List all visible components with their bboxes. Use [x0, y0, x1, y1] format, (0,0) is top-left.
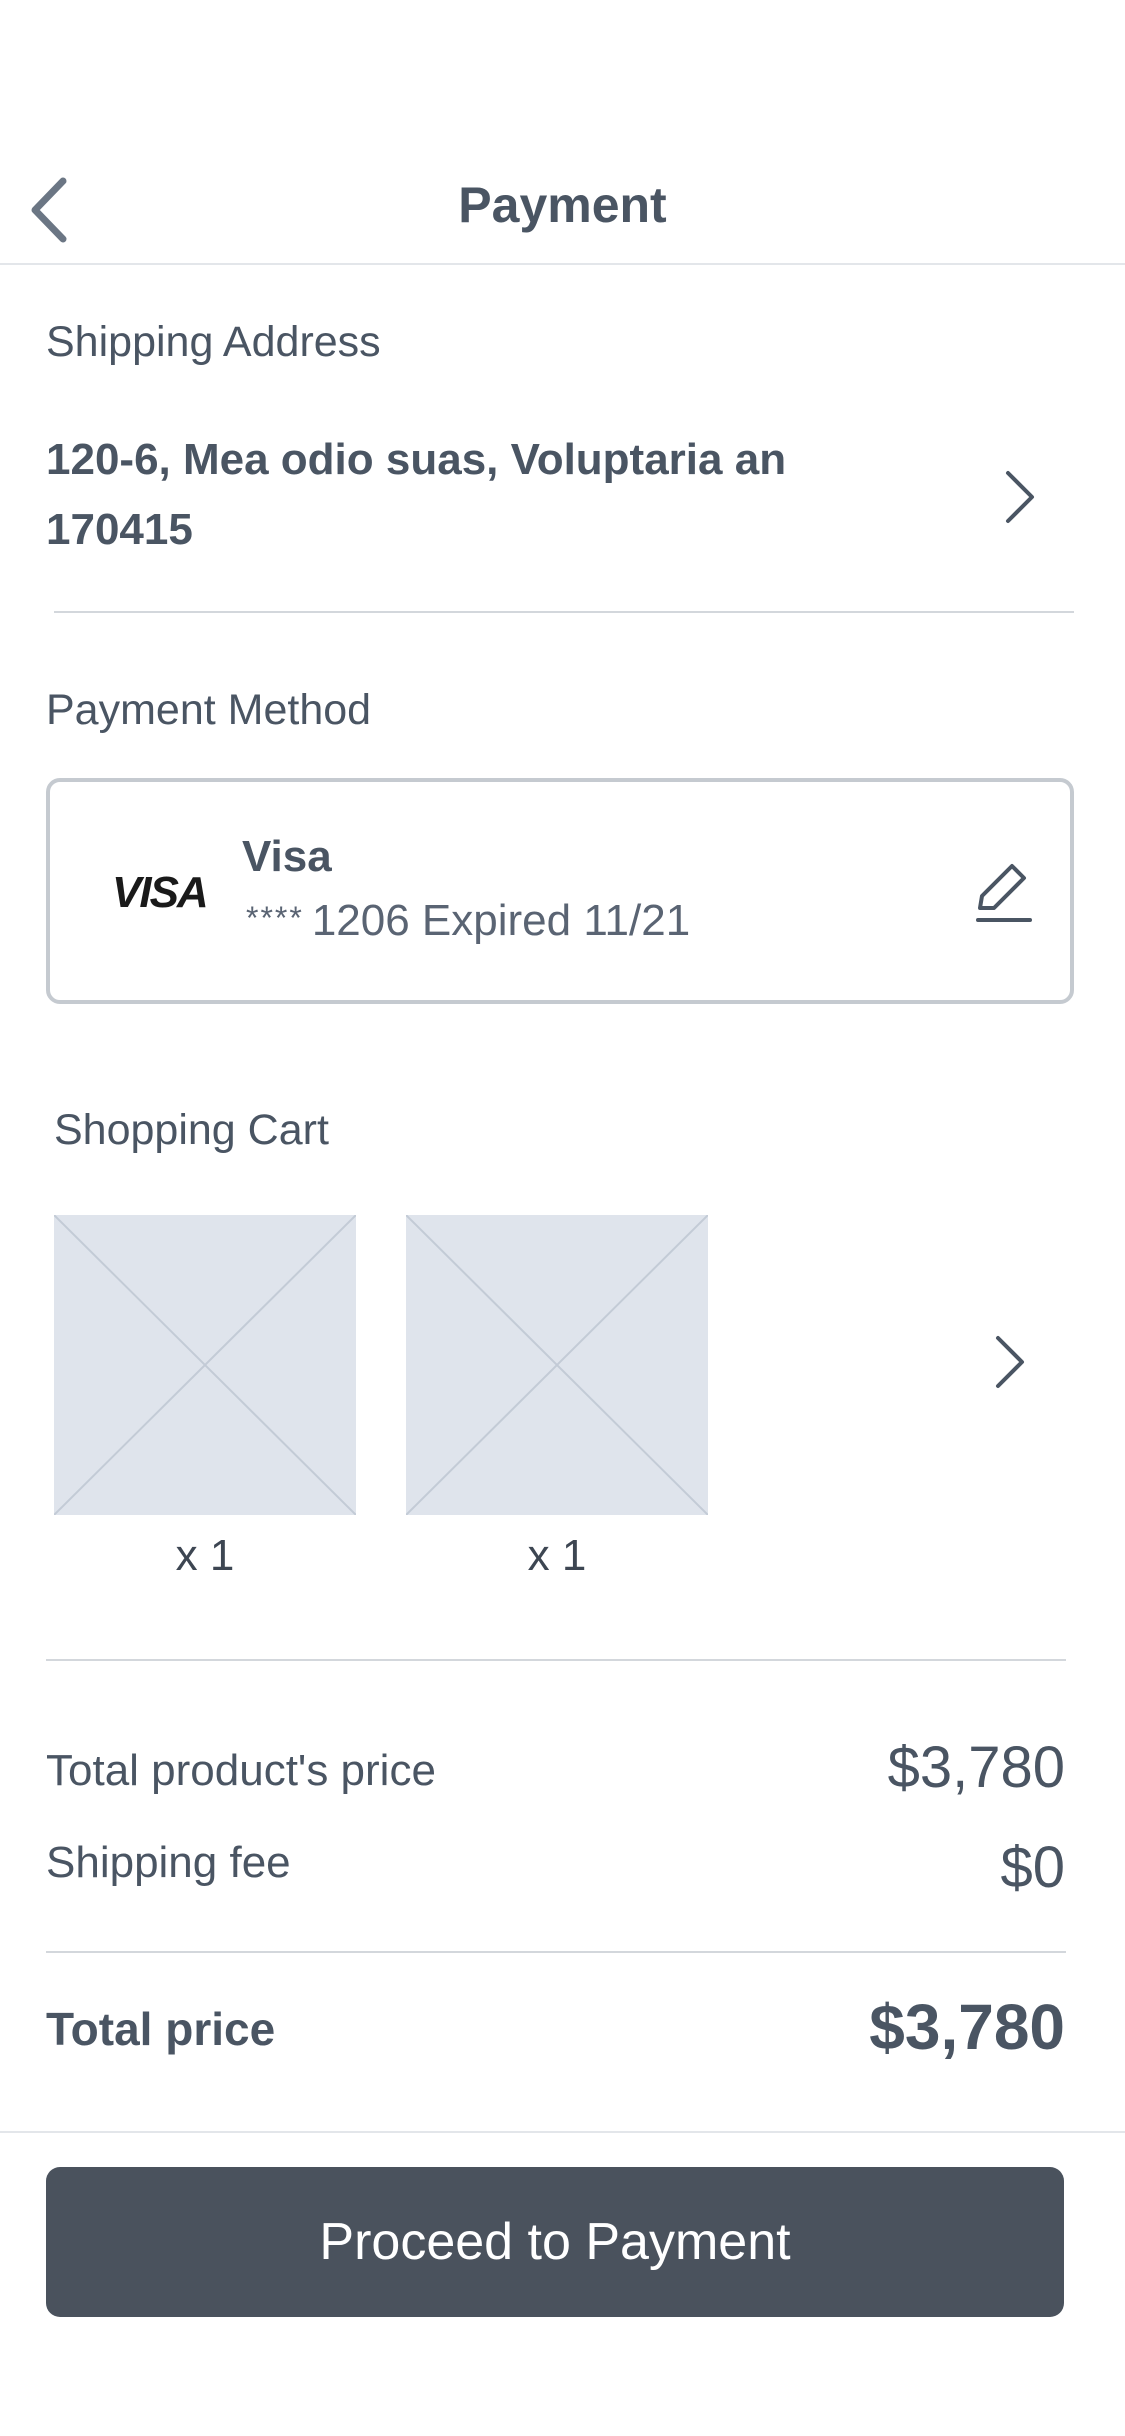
visa-logo: VISA — [112, 868, 209, 917]
payment-card[interactable]: VISA Visa **** 1206 Expired 11/21 — [46, 778, 1074, 1004]
pencil-icon — [976, 864, 1032, 922]
product-price-label: Total product's price — [46, 1746, 436, 1795]
address-line-2: 170415 — [46, 505, 193, 554]
divider — [54, 611, 1074, 613]
shipping-address-text: 120-6, Mea odio suas, Voluptaria an 1704… — [46, 425, 846, 565]
header: Payment — [0, 140, 1125, 265]
shipping-address-label: Shipping Address — [46, 318, 381, 366]
card-name: Visa — [242, 832, 332, 881]
cart-item-quantity: x 1 — [527, 1531, 587, 1580]
total-price-label: Total price — [46, 2003, 276, 2055]
cart-item-quantity: x 1 — [175, 1531, 235, 1580]
payment-method-label: Payment Method — [46, 686, 372, 734]
image-placeholder-icon[interactable] — [406, 1215, 708, 1515]
footer-divider — [0, 2131, 1125, 2133]
proceed-to-payment-button[interactable]: Proceed to Payment — [46, 2167, 1064, 2317]
page-title: Payment — [458, 177, 667, 233]
payment-screen: Payment Shipping Address 120-6, Mea odio… — [0, 0, 1125, 2436]
edit-card-button[interactable] — [968, 858, 1038, 928]
card-masked-number: **** — [246, 900, 304, 936]
shipping-address-row[interactable]: 120-6, Mea odio suas, Voluptaria an 1704… — [0, 425, 1125, 575]
divider — [46, 1951, 1066, 1953]
cart-item: x 1 — [54, 1215, 356, 1581]
chevron-right-icon — [1006, 471, 1034, 523]
card-expiry: 1206 Expired 11/21 — [311, 896, 691, 945]
chevron-right-icon[interactable] — [990, 1332, 1030, 1392]
cart-item: x 1 — [406, 1215, 708, 1581]
shipping-fee-value: $0 — [1000, 1835, 1065, 1900]
total-price-value: $3,780 — [869, 1991, 1065, 2063]
shipping-fee-label: Shipping fee — [46, 1838, 291, 1887]
image-placeholder-icon[interactable] — [54, 1215, 356, 1515]
card-detail: **** 1206 Expired 11/21 — [246, 896, 690, 946]
product-price-value: $3,780 — [887, 1735, 1065, 1800]
shopping-cart-label: Shopping Cart — [54, 1106, 329, 1154]
address-line-1: 120-6, Mea odio suas, Voluptaria an — [46, 435, 787, 484]
divider — [46, 1659, 1066, 1661]
